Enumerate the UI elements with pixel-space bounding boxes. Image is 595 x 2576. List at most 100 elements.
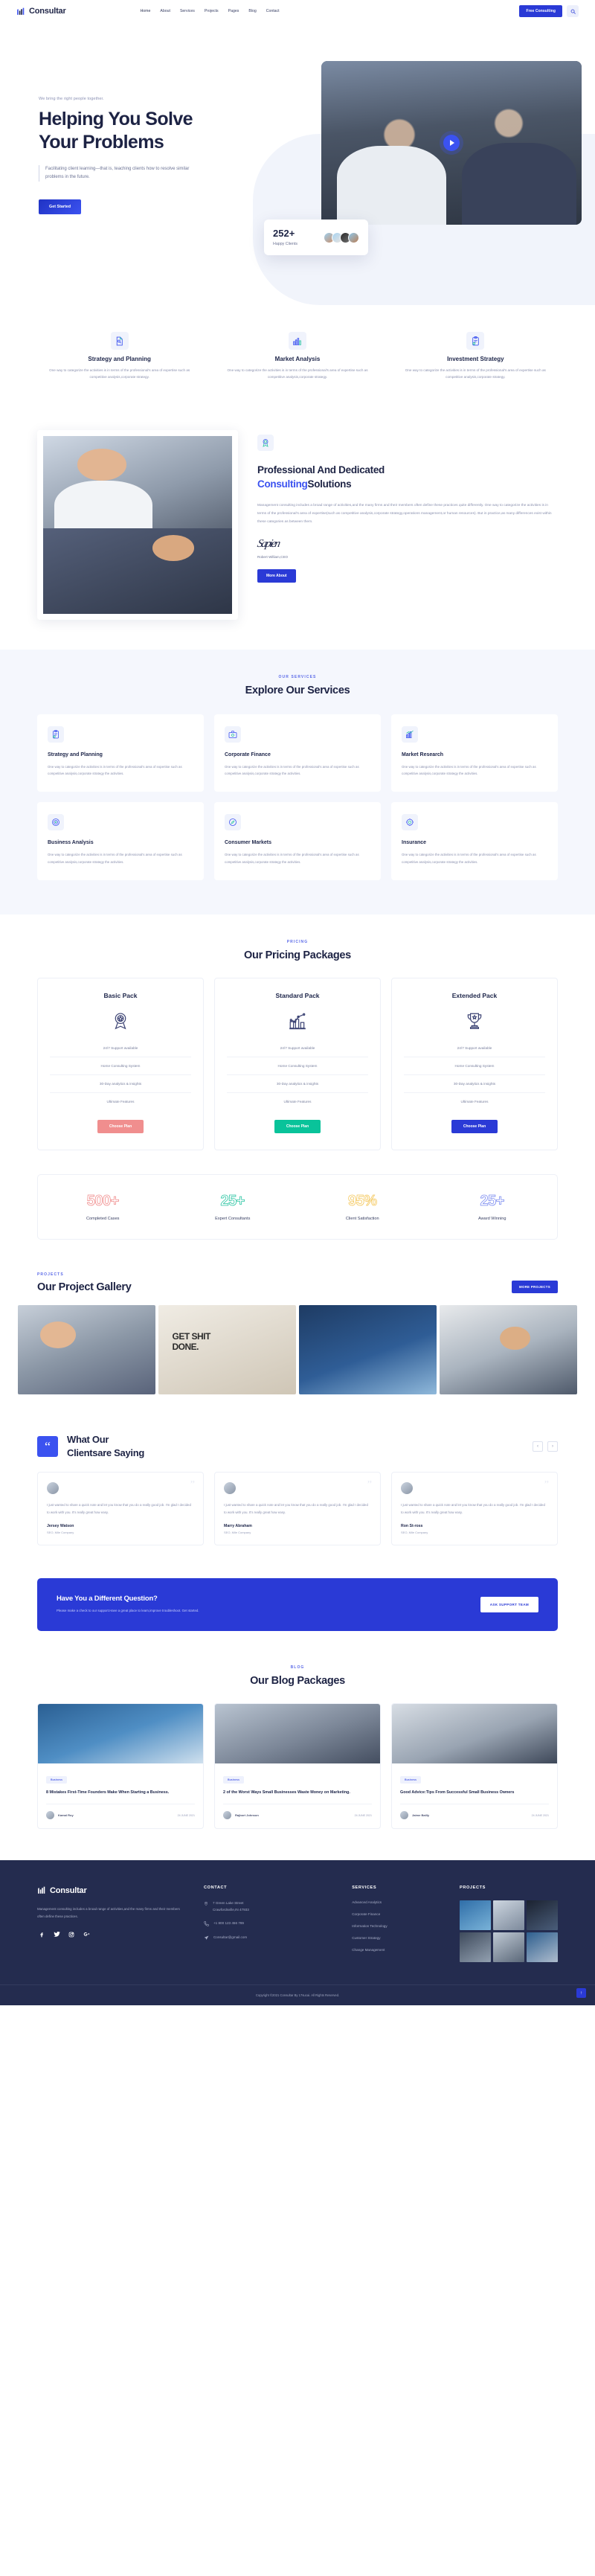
footer-service-link[interactable]: Change Management <box>352 1948 440 1952</box>
blog-post-title: 2 of the Worst Ways Small Businesses Was… <box>223 1790 350 1795</box>
instagram-icon[interactable] <box>67 1930 76 1939</box>
document-search-icon <box>110 332 129 350</box>
testimonial-prev-button[interactable]: ‹ <box>533 1441 543 1452</box>
get-started-button[interactable]: Get Started <box>39 199 82 215</box>
footer-logo[interactable]: Consultar <box>37 1885 184 1895</box>
blog-post-title: 8 Mistakes First-Time Founders Make When… <box>46 1790 170 1795</box>
blog-date: 24 JUNE 2021 <box>354 1813 372 1817</box>
pricing-card-extended: Extended Pack 24/7 Support available Hom… <box>391 977 558 1150</box>
avatar <box>400 1811 408 1820</box>
service-desc: One way to categorize the activities is … <box>225 853 359 864</box>
blog-meta: Rajbort Johnson 24 JUNE 2021 <box>223 1804 372 1820</box>
footer-project-thumb[interactable] <box>460 1932 491 1963</box>
nav-item-home[interactable]: Home <box>141 9 151 13</box>
footer-phone-text: +1 800 123 456 789 <box>213 1921 244 1926</box>
header-actions: Free Consulting <box>519 5 579 17</box>
google-plus-icon[interactable] <box>82 1930 91 1939</box>
about-content: Professional And Dedicated ConsultingSol… <box>256 430 558 583</box>
avatar <box>223 1811 231 1820</box>
feature-title: Strategy and Planning <box>88 356 151 362</box>
more-projects-button[interactable]: MORE PROJECTS <box>512 1280 558 1293</box>
blog-tag[interactable]: Business <box>400 1775 421 1784</box>
nav-item-services[interactable]: Services <box>180 9 195 13</box>
nav-item-projects[interactable]: Projects <box>205 9 219 13</box>
twitter-icon[interactable] <box>52 1930 61 1939</box>
blog-date: 24 JUNE 2021 <box>177 1813 195 1817</box>
blog-image <box>38 1703 203 1763</box>
testimonial-text: I just wanted to share a quick note and … <box>47 1503 191 1514</box>
cta-title: Have You a Different Question? <box>57 1594 158 1603</box>
service-card[interactable]: Market Research One way to categorize th… <box>391 714 558 792</box>
page-root: Consultar Home About Services Projects P… <box>0 0 595 2006</box>
blog-section: BLOG Our Blog Packages Business 8 Mistak… <box>0 1656 595 1860</box>
facebook-icon[interactable] <box>37 1930 46 1939</box>
testimonial-card: ” I just wanted to share a quick note an… <box>37 1472 204 1545</box>
cta-box: Have You a Different Question? Please ma… <box>37 1577 558 1631</box>
project-item-handshake-office[interactable] <box>18 1304 155 1394</box>
service-card[interactable]: Business Analysis One way to categorize … <box>37 802 204 880</box>
services-title: Explore Our Services <box>245 684 350 696</box>
search-button[interactable] <box>567 5 579 17</box>
footer-service-link[interactable]: Customer Strategy <box>352 1936 440 1940</box>
hero-content: We bring the right people together. Help… <box>39 97 262 215</box>
pricing-card-standard: Standard Pack 24/7 Support available Hom… <box>214 977 381 1150</box>
counter-label: Expert Consultants <box>215 1216 251 1221</box>
service-card[interactable]: Consumer Markets One way to categorize t… <box>214 802 381 880</box>
footer-address-line2: Crawfordsville,IN 47933 <box>212 1907 249 1912</box>
choose-plan-button[interactable]: Choose Plan <box>451 1119 498 1133</box>
blog-card[interactable]: Business 2 of the Worst Ways Small Busin… <box>214 1702 381 1830</box>
scroll-to-top-button[interactable]: ↑ <box>576 1988 586 1999</box>
badge-icon <box>257 434 274 451</box>
footer-service-link[interactable]: Advanced Analytics <box>352 1900 440 1904</box>
project-item-handshake-skyline[interactable] <box>299 1304 437 1394</box>
project-item-desk-consultant[interactable] <box>440 1304 577 1394</box>
testimonials-nav: ‹ › <box>533 1441 558 1452</box>
blog-tag[interactable]: Business <box>46 1775 67 1784</box>
service-card[interactable]: Corporate Finance One way to categorize … <box>214 714 381 792</box>
footer-project-thumb[interactable] <box>460 1900 491 1931</box>
more-about-button[interactable]: More About <box>257 569 296 583</box>
about-section: Professional And Dedicated ConsultingSol… <box>37 411 558 650</box>
service-title: Market Research <box>402 752 444 757</box>
footer-projects-column: PROJECTS <box>460 1885 558 1963</box>
hero-play-button[interactable] <box>443 135 460 151</box>
footer-project-thumb[interactable] <box>493 1900 524 1931</box>
footer-project-thumb[interactable] <box>527 1932 558 1963</box>
footer-service-link[interactable]: Information Technology <box>352 1924 440 1928</box>
service-desc: One way to categorize the activities is … <box>48 764 182 776</box>
blog-card[interactable]: Business 8 Mistakes First-Time Founders … <box>37 1702 204 1830</box>
nav-item-blog[interactable]: Blog <box>248 9 256 13</box>
footer-brand-column: Consultar Management consulting includes… <box>37 1885 184 1962</box>
project-item-get-shit-done[interactable]: GET SHIT DONE. <box>158 1304 296 1394</box>
blog-card[interactable]: Business Good Advice:Tips From Successfu… <box>391 1702 558 1830</box>
counters-box: 500+ Completed Cases 25+ Expert Consulta… <box>37 1173 558 1240</box>
features-section: Strategy and Planning One way to categor… <box>37 320 558 411</box>
footer-contact-heading: CONTACT <box>203 1885 228 1891</box>
footer-project-thumb[interactable] <box>527 1900 558 1931</box>
ribbon-award-icon <box>50 1008 191 1034</box>
nav-item-pages[interactable]: Pages <box>228 9 239 13</box>
blog-date: 24 JUNE 2021 <box>531 1813 549 1817</box>
testimonial-name: Marry Abraham <box>224 1523 252 1528</box>
choose-plan-button[interactable]: Choose Plan <box>274 1119 321 1133</box>
nav-item-about[interactable]: About <box>160 9 170 13</box>
footer-service-link[interactable]: Corporate Finance <box>352 1912 440 1916</box>
blog-author: Kamal Roy <box>58 1813 74 1818</box>
testimonials-title-line2: Clientsare Saying <box>67 1447 144 1459</box>
footer-contact-column: CONTACT 7 Green Lake Street Crawfordsvil… <box>204 1885 332 1962</box>
nav-item-contact[interactable]: Contact <box>266 9 280 13</box>
footer-phone[interactable]: +1 800 123 456 789 <box>204 1920 332 1927</box>
footer-project-thumb[interactable] <box>493 1932 524 1963</box>
free-consulting-button[interactable]: Free Consulting <box>519 5 562 17</box>
blog-tag[interactable]: Business <box>223 1775 244 1784</box>
service-card[interactable]: Insurance One way to categorize the acti… <box>391 802 558 880</box>
choose-plan-button[interactable]: Choose Plan <box>97 1119 144 1133</box>
footer-email[interactable]: Consultar@gmail.com <box>204 1935 332 1941</box>
site-logo[interactable]: Consultar <box>16 7 66 16</box>
footer-description: Management consulting includes a broad r… <box>37 1907 180 1918</box>
service-card[interactable]: Strategy and Planning One way to categor… <box>37 714 204 792</box>
testimonial-next-button[interactable]: › <box>547 1441 558 1452</box>
footer-address: 7 Green Lake Street Crawfordsville,IN 47… <box>204 1900 332 1913</box>
plan-feature: Home Consulting System <box>50 1057 191 1075</box>
ask-support-team-button[interactable]: ASK SUPPORT TEAM <box>480 1596 538 1612</box>
